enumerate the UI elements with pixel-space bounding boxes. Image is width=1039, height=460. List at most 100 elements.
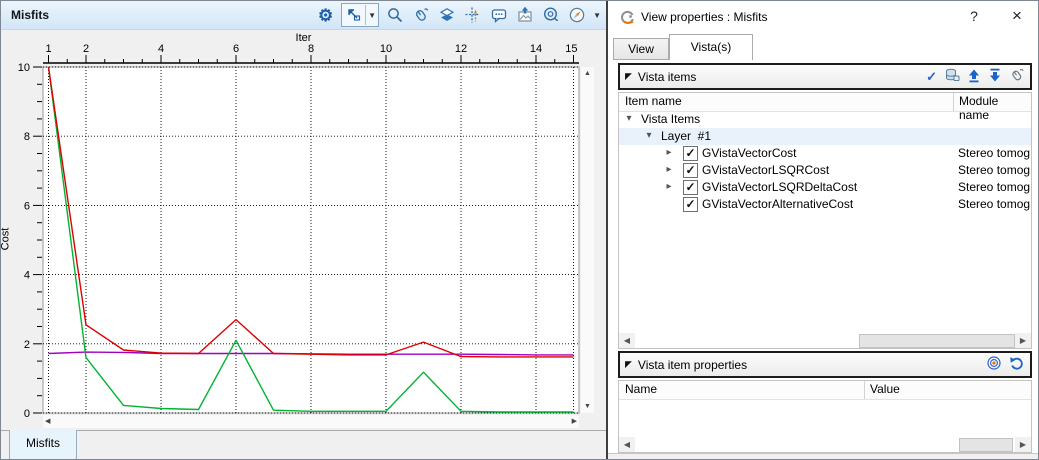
scroll-left-icon[interactable]: ◀ [45,417,50,426]
y-tick-label: 6 [24,200,30,212]
compass-dropdown-arrow-icon[interactable]: ▼ [593,11,601,20]
select-mode-button[interactable]: ▼ [341,3,379,27]
chevron-down-icon[interactable]: ▼ [366,11,378,20]
tree-row[interactable]: ▸✓GVistaVectorLSQRCostStereo tomog [619,162,1031,179]
close-button[interactable]: × [1006,6,1028,26]
column-value[interactable]: Value [870,382,900,396]
tree-row[interactable]: ▸ ✓ GVistaVectorCost Stereo tomog [619,145,1031,162]
y-tick-label: 4 [24,270,30,282]
select-mode-icon [342,5,366,25]
column-name[interactable]: Name [625,382,657,396]
scroll-right-icon[interactable]: ▶ [572,417,577,426]
item-checkbox[interactable]: ✓ [683,146,698,161]
y-tick-label: 0 [24,408,30,420]
tree-item-label: GVistaVectorLSQRCost [702,163,829,177]
check-all-icon[interactable]: ✓ [926,70,937,83]
app-logo-icon [619,9,636,26]
x-tick-label: 4 [158,43,164,55]
item-checkbox[interactable]: ✓ [683,197,698,212]
tab-view[interactable]: View [613,38,669,60]
vista-items-tree: Item name Module name ▾ Vista Items ▾ Layer… [618,92,1032,349]
scrollbar-track [635,437,1015,452]
move-bottom-icon[interactable] [988,68,1002,86]
dialog-title: View properties : Misfits [641,10,768,24]
gear-glyph: ⚙ [318,7,333,24]
plot-vertical-scrollbar[interactable]: ▲ ▼ [581,67,594,413]
x-tick-label: 1 [45,43,51,55]
collapse-triangle-icon: ◤ [625,360,632,369]
scrollbar-thumb[interactable] [859,334,1015,348]
expanded-arrow-icon[interactable]: ▾ [623,113,635,124]
column-divider[interactable] [864,381,865,399]
expanded-arrow-icon[interactable]: ▾ [643,130,655,141]
tree-rows: ▾ Vista Items ▾ Layer #1 ▸ ✓ GVistaVectorCost S… [619,111,1031,333]
tree-row[interactable]: ▸✓GVistaVectorLSQRDeltaCostStereo tomog [619,179,1031,196]
scroll-right-icon[interactable]: ▶ [1015,437,1031,452]
scroll-right-icon[interactable]: ▶ [1015,333,1031,348]
column-item-name[interactable]: Item name [625,94,682,108]
collapsed-arrow-icon[interactable]: ▸ [663,181,675,192]
x-tick-label: 14 [530,43,542,55]
tree-row[interactable]: ▾ Vista Items [619,111,1031,128]
target-icon[interactable] [986,355,1002,374]
scroll-left-icon[interactable]: ◀ [619,437,635,452]
tracking-cursor-icon[interactable] [462,4,483,26]
view-properties-pane: View properties : Misfits ? × ViewVista(… [608,1,1039,460]
collapsed-arrow-icon[interactable]: ▸ [663,147,675,158]
tree-row[interactable]: ▾ Layer #1 [619,128,1031,145]
module-name-cell: Stereo tomog [958,197,1031,211]
tree-column-header[interactable]: Item name Module name [619,93,1031,112]
misfits-line-chart: 12468101214150246810 [1,29,606,429]
tree-item-label: GVistaVectorLSQRDeltaCost [702,180,857,194]
vista-item-properties-section-header[interactable]: ◤ Vista item properties [618,351,1032,378]
module-name-cell: Stereo tomog [958,146,1031,160]
vista-items-toolbar: ✓ [926,67,1025,86]
app-window: Misfits ⚙ ▼ [0,0,1039,460]
tab-vistas[interactable]: Vista(s) [669,34,753,60]
collapse-triangle-icon: ◤ [625,72,632,81]
mouse-pick-icon[interactable] [410,4,431,26]
vista-items-section-title: Vista items [638,70,696,84]
y-tick-label: 8 [24,131,30,143]
properties-hscrollbar[interactable]: ◀ ▶ [619,437,1031,452]
scroll-down-icon[interactable]: ▼ [581,402,594,411]
tree-row[interactable]: ✓ GVistaVectorAlternativeCost Stereo tomog [619,196,1031,213]
tree-item-label: Layer #1 [661,129,711,143]
scrollbar-thumb[interactable] [959,438,1013,452]
misfits-plot-pane: Misfits ⚙ ▼ [1,1,606,460]
database-icon[interactable] [944,67,960,86]
collapsed-arrow-icon[interactable]: ▸ [663,164,675,175]
zoom-actual-icon[interactable] [540,4,561,26]
tab-misfits[interactable]: Misfits [9,430,77,460]
x-tick-label: 2 [83,43,89,55]
item-checkbox[interactable]: ✓ [683,163,698,178]
help-button[interactable]: ? [964,8,984,26]
tree-item-label: GVistaVectorCost [702,146,797,160]
tree-hscrollbar[interactable]: ◀ ▶ [619,333,1031,348]
move-top-icon[interactable] [967,68,981,86]
undo-icon[interactable] [1009,355,1025,374]
tree-item-label: Vista Items [641,112,700,126]
scroll-left-icon[interactable]: ◀ [619,333,635,348]
x-tick-label: 8 [308,43,314,55]
settings-gear-icon[interactable]: ⚙ [315,4,336,26]
y-tick-label: 10 [18,62,30,74]
x-tick-label: 12 [455,43,467,55]
comment-icon[interactable] [488,4,509,26]
export-image-icon[interactable] [514,4,535,26]
x-tick-label: 6 [233,43,239,55]
vista-item-properties-title: Vista item properties [638,358,747,372]
column-divider[interactable] [953,93,954,111]
vista-item-properties-table: Name Value ◀ ▶ [618,380,1032,453]
zoom-tool-icon[interactable] [384,4,405,26]
tree-item-label: GVistaVectorAlternativeCost [702,197,853,211]
properties-column-header[interactable]: Name Value [619,381,1031,400]
mouse-select-icon[interactable] [1009,67,1025,86]
scroll-up-icon[interactable]: ▲ [581,69,594,78]
plot-horizontal-scrollbar[interactable]: ◀ ▶ [43,415,579,428]
layers-icon[interactable] [436,4,457,26]
vista-items-section-header[interactable]: ◤ Vista items ✓ [618,63,1032,90]
compass-icon[interactable] [566,4,587,26]
x-tick-label: 10 [380,43,392,55]
item-checkbox[interactable]: ✓ [683,180,698,195]
